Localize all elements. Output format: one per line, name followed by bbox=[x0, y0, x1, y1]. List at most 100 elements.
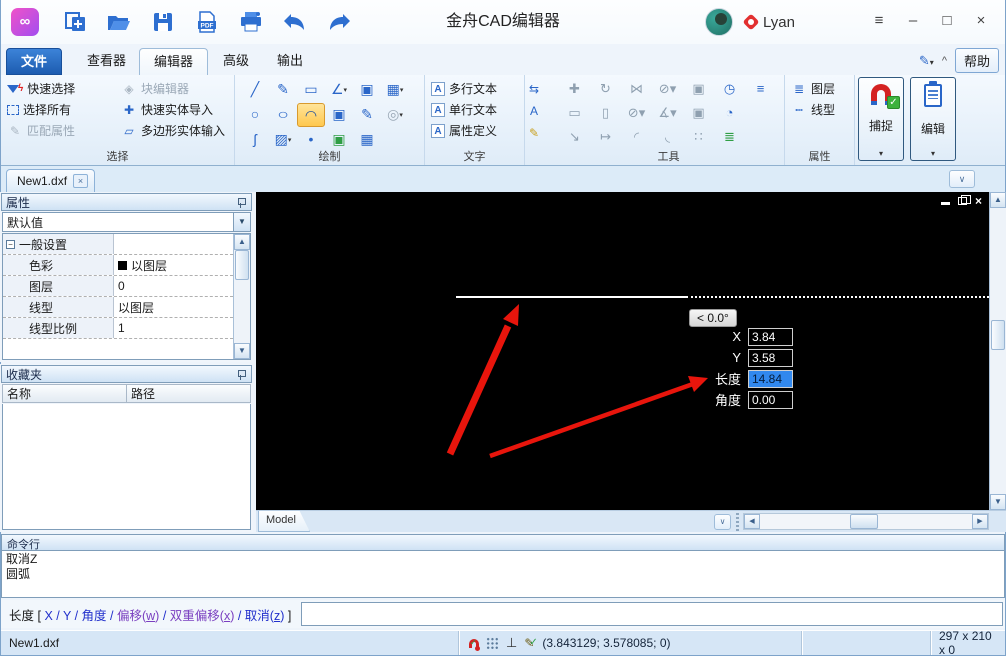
angle-input[interactable]: 0.00 bbox=[748, 391, 793, 409]
canvas-scroll-left-button[interactable]: ◀ bbox=[744, 514, 760, 529]
quick-select-button[interactable]: ϟ快速选择 bbox=[7, 78, 111, 99]
property-row-linetype[interactable]: 线型 以图层 bbox=[3, 297, 233, 318]
quick-entity-import-button[interactable]: ✚快速实体导入 bbox=[121, 99, 225, 120]
print-button[interactable] bbox=[235, 8, 267, 36]
y-input[interactable]: 3.58 bbox=[748, 349, 793, 367]
tab-advanced[interactable]: 高级 bbox=[209, 48, 263, 75]
option-angle[interactable]: 角度 bbox=[82, 609, 107, 623]
option-double-offset[interactable]: 双重偏移(x) bbox=[170, 609, 235, 623]
mirror-button[interactable]: ⋈ bbox=[621, 78, 652, 101]
draw-rectangle-button[interactable]: ▭ bbox=[297, 78, 325, 102]
maximize-button[interactable]: □ bbox=[933, 8, 961, 36]
add-layer-button[interactable]: ≣ bbox=[714, 126, 745, 149]
stext-button[interactable]: A单行文本 bbox=[431, 99, 497, 120]
align-button[interactable]: ≡ bbox=[745, 78, 776, 101]
tab-output[interactable]: 输出 bbox=[263, 48, 317, 75]
canvas-scroll-right-button[interactable]: ▶ bbox=[972, 514, 988, 529]
panel-collapse-button[interactable]: ∨ bbox=[949, 170, 975, 188]
snap-status-icon[interactable] bbox=[469, 639, 479, 648]
canvas-vscroll-thumb[interactable] bbox=[991, 320, 1005, 350]
export-pdf-button[interactable]: PDF bbox=[191, 8, 223, 36]
tab-editor[interactable]: 编辑器 bbox=[139, 48, 208, 75]
canvas-scroll-down-button[interactable]: ▼ bbox=[990, 494, 1006, 510]
tab-viewer[interactable]: 查看器 bbox=[73, 48, 140, 75]
edit-button[interactable]: 编辑 ▾ bbox=[910, 77, 956, 161]
collapse-ribbon-icon[interactable]: ^ bbox=[942, 55, 947, 67]
draw-sketch-button[interactable]: ✎ bbox=[269, 78, 297, 102]
text-scale-button[interactable]: ⇆ bbox=[525, 79, 543, 100]
combo-dropdown-button[interactable]: ▼ bbox=[233, 213, 250, 231]
perpendicular-status-icon[interactable]: ⊥ bbox=[506, 635, 517, 651]
draw-line-button[interactable]: ╱ bbox=[241, 78, 269, 102]
property-row-color[interactable]: 色彩 以图层 bbox=[3, 255, 233, 276]
scroll-thumb[interactable] bbox=[235, 250, 249, 280]
chamfer-button[interactable]: ◟ bbox=[652, 126, 683, 149]
close-button[interactable]: × bbox=[967, 8, 995, 36]
child-minimize-icon[interactable] bbox=[941, 197, 950, 205]
minimize-button[interactable]: – bbox=[899, 8, 927, 36]
open-file-button[interactable] bbox=[103, 8, 135, 36]
stretch-button[interactable]: ↦ bbox=[590, 126, 621, 149]
option-cancel[interactable]: 取消(z) bbox=[245, 609, 285, 623]
option-offset[interactable]: 偏移(w) bbox=[117, 609, 159, 623]
pin-icon[interactable] bbox=[236, 369, 247, 380]
draw-ellipse-button[interactable]: ○ bbox=[269, 103, 297, 127]
fillet-button[interactable]: ◜ bbox=[621, 126, 652, 149]
draw-pen-button[interactable]: ✎ bbox=[353, 103, 381, 127]
insert-block-button[interactable]: ▣ bbox=[353, 78, 381, 102]
canvas-horizontal-scrollbar[interactable]: ◀ ▶ bbox=[743, 513, 989, 530]
save-button[interactable] bbox=[147, 8, 179, 36]
child-restore-icon[interactable] bbox=[958, 197, 967, 205]
option-x[interactable]: X bbox=[44, 609, 52, 623]
length-input-selected[interactable]: 14.84 bbox=[748, 370, 793, 388]
block-editor-button[interactable]: ◈块编辑器 bbox=[121, 78, 225, 99]
paste-clock-button[interactable]: ◔ bbox=[714, 102, 745, 125]
drawing-canvas[interactable]: < 0.0° X 3.84 Y 3.58 长度 14.84 角度 0.00 × bbox=[256, 192, 1006, 510]
draw-revision-button[interactable]: ▣ bbox=[325, 103, 353, 127]
pin-icon[interactable] bbox=[236, 197, 247, 208]
canvas-scroll-up-button[interactable]: ▲ bbox=[990, 192, 1006, 208]
draw-arc-button-active[interactable]: ◠ bbox=[297, 103, 325, 127]
property-row-layer[interactable]: 图层 0 bbox=[3, 276, 233, 297]
erase-button[interactable]: ⊘▾ bbox=[621, 102, 652, 125]
customize-pencil-icon[interactable]: ✎▾ bbox=[919, 53, 934, 69]
redo-button[interactable] bbox=[323, 8, 355, 36]
scroll-up-button[interactable]: ▲ bbox=[234, 234, 250, 250]
child-close-icon[interactable]: × bbox=[975, 196, 982, 206]
hatch-edit-button[interactable]: ▦▾ bbox=[381, 78, 409, 102]
document-tab[interactable]: New1.dxf × bbox=[6, 169, 95, 192]
preset-combobox[interactable]: 默认值 ▼ bbox=[2, 212, 251, 232]
rotate-button[interactable]: ↻ bbox=[590, 78, 621, 101]
select-all-button[interactable]: 选择所有 bbox=[7, 99, 111, 120]
snap-button[interactable]: ⊥✓ 捕捉 ▾ bbox=[858, 77, 904, 161]
draw-region-button[interactable]: ◎▾ bbox=[381, 103, 409, 127]
canvas-hscroll-thumb[interactable] bbox=[850, 514, 878, 529]
array-path-button[interactable]: ▯ bbox=[590, 102, 621, 125]
draw-polyline-button[interactable]: ∠▾ bbox=[325, 78, 353, 102]
scale-button[interactable]: ↘ bbox=[559, 126, 590, 149]
ortho-status-icon[interactable]: ✎ bbox=[524, 636, 534, 650]
menu-button[interactable]: ≡ bbox=[865, 8, 893, 36]
model-tab[interactable]: Model bbox=[258, 511, 310, 532]
polygon-entity-input-button[interactable]: ▱多边形实体输入 bbox=[121, 120, 225, 141]
layers-button[interactable]: ≣图层 bbox=[791, 78, 850, 99]
attrdef-button[interactable]: A属性定义 bbox=[431, 120, 497, 141]
favorites-col-name[interactable]: 名称 bbox=[2, 384, 127, 403]
favorites-col-path[interactable]: 路径 bbox=[127, 384, 251, 403]
scroll-track[interactable] bbox=[234, 280, 250, 343]
x-input[interactable]: 3.84 bbox=[748, 328, 793, 346]
new-file-button[interactable] bbox=[59, 8, 91, 36]
edit-attr-button[interactable]: ✎ bbox=[525, 123, 543, 144]
duplicate-button[interactable]: ▣ bbox=[683, 102, 714, 125]
trim-button[interactable]: ⊘▾ bbox=[652, 78, 683, 101]
scroll-down-button[interactable]: ▼ bbox=[234, 343, 250, 359]
property-grid-scrollbar[interactable]: ▲ ▼ bbox=[233, 234, 250, 359]
array-rect-button[interactable]: ▭ bbox=[559, 102, 590, 125]
favorites-list[interactable] bbox=[2, 404, 251, 530]
property-row-ltscale[interactable]: 线型比例 1 bbox=[3, 318, 233, 339]
copy-with-basepoint-button[interactable]: ◷ bbox=[714, 78, 745, 101]
tab-file[interactable]: 文件 bbox=[6, 48, 62, 75]
command-input[interactable] bbox=[301, 602, 1003, 626]
document-tab-close-icon[interactable]: × bbox=[73, 174, 88, 188]
draw-circle-button[interactable]: ○ bbox=[241, 103, 269, 127]
